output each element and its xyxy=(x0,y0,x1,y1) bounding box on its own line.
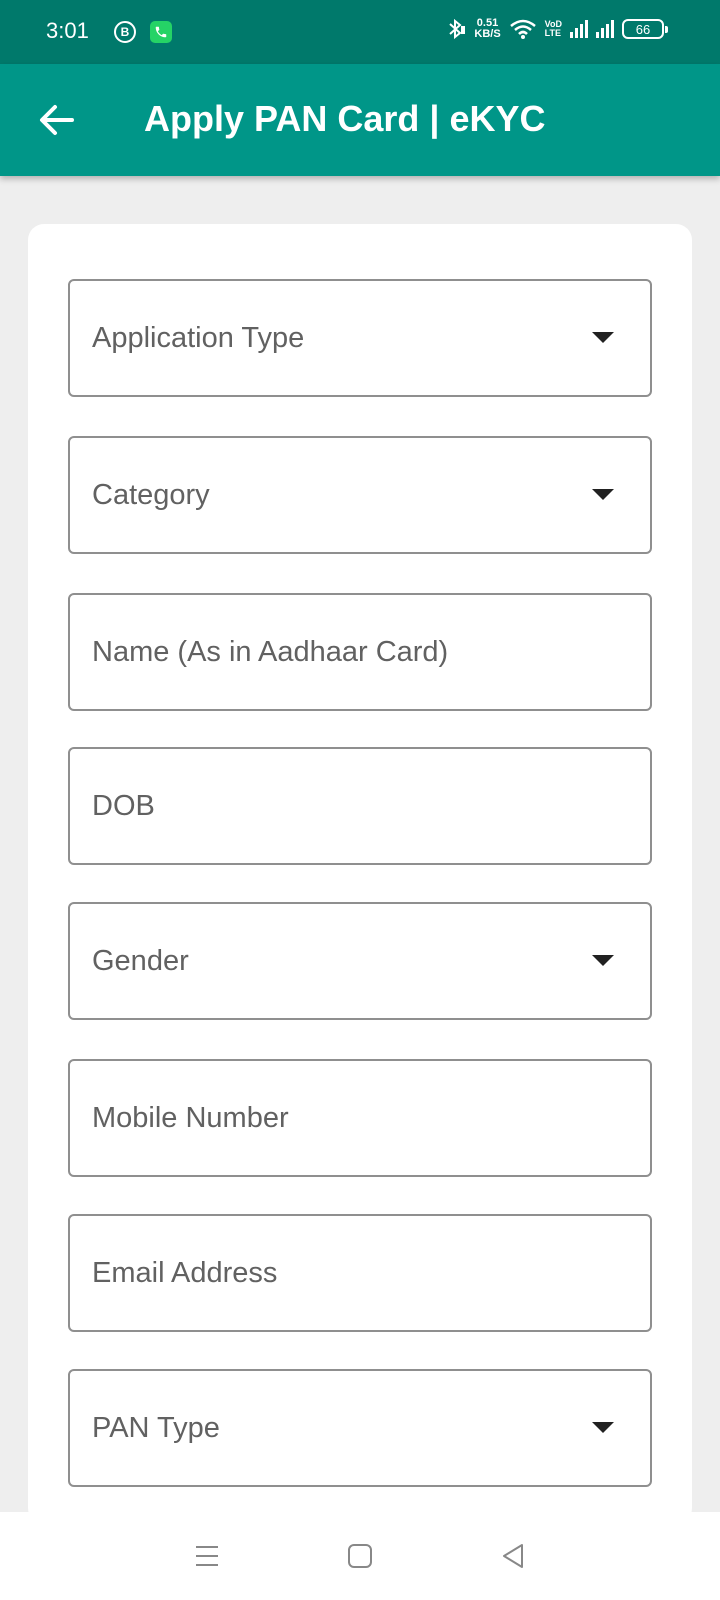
dropdown-arrow-icon xyxy=(592,955,614,966)
back-button[interactable] xyxy=(28,94,84,146)
mobile-number-input[interactable]: Mobile Number xyxy=(68,1059,652,1177)
bluetooth-icon xyxy=(449,18,466,40)
email-address-input[interactable]: Email Address xyxy=(68,1214,652,1332)
status-indicators: 0.51 KB/S VoD LTE 66 xyxy=(446,18,668,40)
gender-dropdown[interactable]: Gender xyxy=(68,902,652,1020)
email-address-label: Email Address xyxy=(92,1256,278,1289)
mobile-number-label: Mobile Number xyxy=(92,1101,289,1134)
system-nav-bar xyxy=(0,1512,720,1600)
signal-sim1-icon xyxy=(570,20,588,38)
b-notification-icon: B xyxy=(114,21,136,43)
name-input[interactable]: Name (As in Aadhaar Card) xyxy=(68,593,652,711)
category-label: Category xyxy=(92,478,210,511)
page-title: Apply PAN Card | eKYC xyxy=(144,98,546,139)
pan-type-dropdown[interactable]: PAN Type xyxy=(68,1369,652,1487)
back-icon xyxy=(503,1544,524,1568)
dropdown-arrow-icon xyxy=(592,489,614,500)
wifi-icon xyxy=(509,19,536,39)
dob-input[interactable]: DOB xyxy=(68,747,652,865)
app-bar: Apply PAN Card | eKYC xyxy=(0,64,720,176)
category-dropdown[interactable]: Category xyxy=(68,436,652,554)
battery-icon: 66 xyxy=(622,19,668,39)
dob-label: DOB xyxy=(92,789,155,822)
application-type-label: Application Type xyxy=(92,321,305,354)
name-label: Name (As in Aadhaar Card) xyxy=(92,635,449,668)
recent-apps-button[interactable] xyxy=(177,1526,237,1586)
network-speed-unit: KB/S xyxy=(474,28,501,40)
pan-type-label: PAN Type xyxy=(92,1411,220,1444)
arrow-left-icon xyxy=(40,105,74,135)
home-button[interactable] xyxy=(330,1526,390,1586)
whatsapp-call-icon xyxy=(150,21,172,43)
network-speed: 0.51 KB/S xyxy=(474,18,500,40)
dropdown-arrow-icon xyxy=(592,332,614,343)
status-bar: 3:01 B 0.51 KB/S VoD LTE 66 xyxy=(0,0,720,64)
volte-bottom: LTE xyxy=(544,28,561,38)
volte-indicator: VoD LTE xyxy=(545,20,562,38)
signal-sim2-icon xyxy=(596,20,614,38)
dropdown-arrow-icon xyxy=(592,1422,614,1433)
status-time: 3:01 xyxy=(46,18,89,43)
gender-label: Gender xyxy=(92,944,189,977)
home-icon xyxy=(347,1544,372,1568)
application-type-dropdown[interactable]: Application Type xyxy=(68,279,652,397)
system-back-button[interactable] xyxy=(483,1526,543,1586)
menu-icon xyxy=(195,1546,218,1566)
